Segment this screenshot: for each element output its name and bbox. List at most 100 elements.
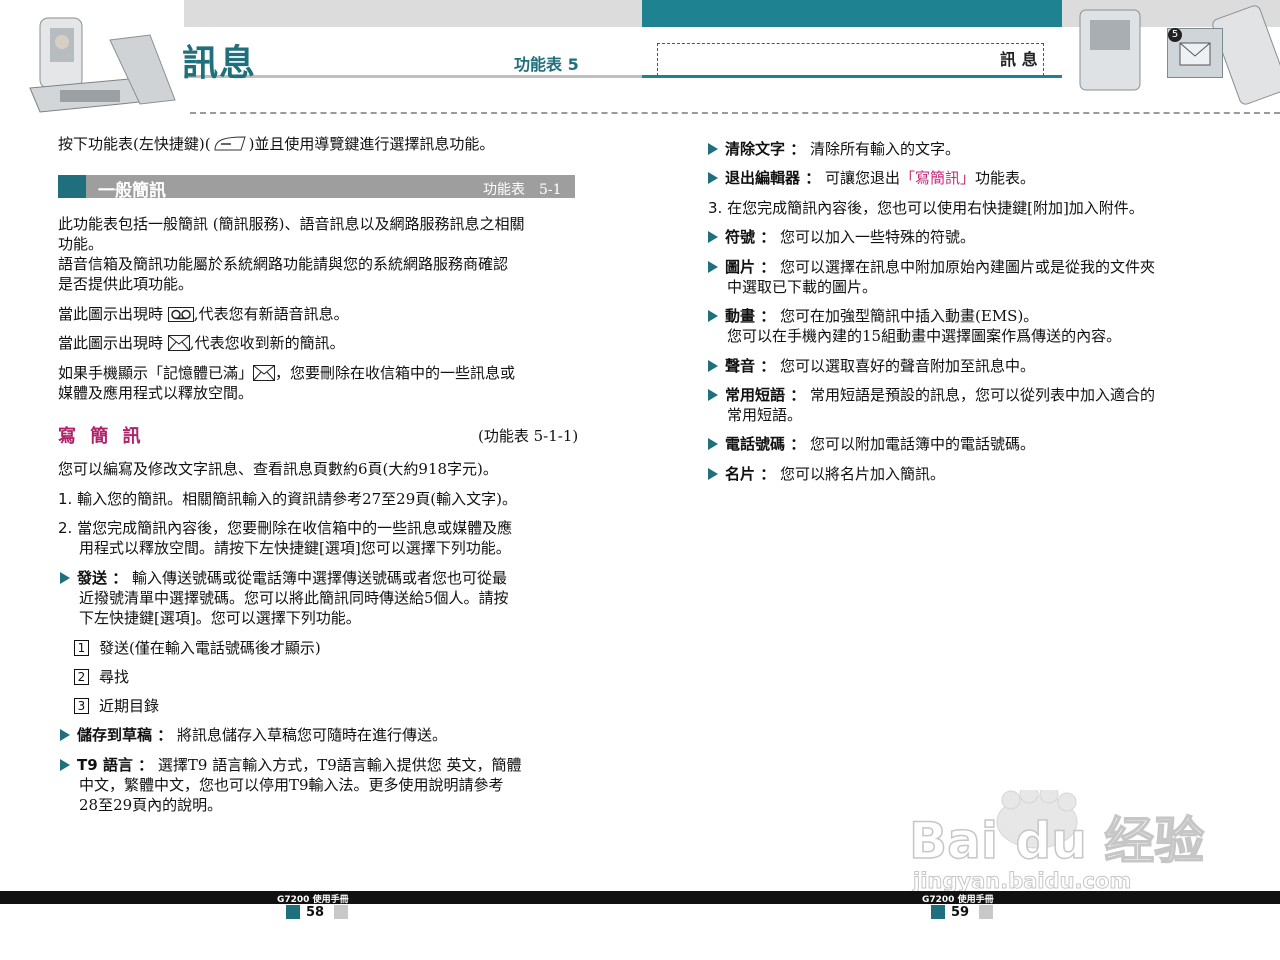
write-sms-title: 寫 簡 訊 [58,426,145,447]
bullet-triangle-icon [708,261,718,273]
option-exit: 退出編輯器 ： 可讓您退出「寫簡訊」功能表。 [708,168,1035,188]
option-draft: 儲存到草稿 ： 將訊息儲存入草稿您可隨時在進行傳送。 [60,725,447,745]
option-label: 退出編輯器 ： [725,169,821,187]
bullet-triangle-icon [60,759,70,771]
text-line: 是否提供此項功能。 [58,275,194,293]
option-text: 下左快捷鍵[選項]。您可以選擇下列功能。 [79,609,361,627]
write-sms-ref: (功能表 5-1-1) [478,427,579,445]
footer-manual-right: G7200 使用手冊 [922,895,994,905]
step-number: 3. [708,199,723,217]
memory-full-line: 如果手機顯示「記憶體已滿」 ，您要刪除在收信箱中的一些訊息或 媒體及應用程式以釋放… [58,363,515,403]
option-text: 您可以加入一些特殊的符號。 [780,228,976,246]
option-phone-number: 電話號碼 ： 您可以附加電話簿中的電話號碼。 [708,434,1035,454]
section-bar-ref: 功能表 5-1 [483,182,562,198]
bullet-triangle-icon [708,438,718,450]
page-title: 訊息 [182,42,257,84]
step-number: 1. [58,490,73,508]
page-number-right: 59 [951,905,970,920]
option-sound: 聲音 ： 您可以選取喜好的聲音附加至訊息中。 [708,356,1035,376]
option-text: 近撥號清單中選擇號碼。您可以將此簡訊同時傳送給5個人。請按 [79,589,509,607]
bullet-triangle-icon [60,729,70,741]
option-text: 您可以在手機內建的15組動畫中選擇圖案作爲傳送的內容。 [727,327,1122,345]
bullet-triangle-icon [708,231,718,243]
option-text: 您可以選擇在訊息中附加原始內建圖片或是從我的文件夾 [780,258,1156,276]
sub-item-text: 發送(僅在輸入電話號碼後才顯示) [99,639,321,657]
menu-link-text: 「寫簡訊」 [900,169,976,187]
sub-item: 1 發送(僅在輸入電話號碼後才顯示) [74,638,321,658]
option-label: 電話號碼 ： [725,435,806,453]
sub-item: 2 尋找 [74,667,129,687]
option-label: 符號 ： [725,228,776,246]
option-text: 功能表。 [975,169,1036,187]
sub-item-number: 3 [74,698,89,714]
option-text: 清除所有輸入的文字。 [810,140,961,158]
option-send: 發送 ： 輸入傳送號碼或從電話簿中選擇傳送號碼或者您也可從最 近撥號清單中選擇號… [60,568,509,628]
baidu-watermark: Bai du 经验 jingyan.baidu.com [908,790,1205,894]
bullet-triangle-icon [708,172,718,184]
para-intro: 此功能表包括一般簡訊 (簡訊服務)、語音訊息以及網路服務訊息之相關 功能。 語音… [58,214,524,294]
text-part: ，您要刪除在收信箱中的一些訊息或 [275,364,516,382]
bullet-triangle-icon [708,389,718,401]
option-text: 中選取已下載的圖片。 [727,278,878,296]
option-text: 您可在加強型簡訊中插入動畫(EMS)。 [780,307,1039,325]
bullet-triangle-icon [60,572,70,584]
text-line: 語音信箱及簡訊功能屬於系統網路功能請與您的系統網路服務商確認 [58,255,509,273]
text-part: 當此圖示出現時 [58,305,164,323]
bullet-triangle-icon [708,360,718,372]
option-animation: 動畫 ： 您可在加強型簡訊中插入動畫(EMS)。 您可以在手機內建的15組動畫中… [708,306,1121,346]
text-line: 功能。 [58,235,104,253]
step-2: 2. 當您完成簡訊內容後，您要刪除在收信箱中的一些訊息或媒體及應 用程式以釋放空… [58,518,512,558]
section-bar-title: 一般簡訊 [98,181,166,201]
page-marker-gray [979,905,993,919]
option-t9: T9 語言 ： 選擇T9 語言輸入方式，T9語言輸入提供您 英文，簡體 中文，繁… [60,755,522,815]
badge-number: 5 [1168,28,1182,42]
header-dashed-divider [190,112,1280,114]
page-subtitle: 功能表 5 [514,55,579,74]
option-text: 28至29頁內的說明。 [79,796,223,814]
option-text: 常用短語是預設的訊息，您可以從列表中加入適合的 [810,386,1156,404]
option-symbol: 符號 ： 您可以加入一些特殊的符號。 [708,227,975,247]
step-1: 1. 輸入您的簡訊。相關簡訊輸入的資訊請參考27至29頁(輸入文字)。 [58,489,517,509]
sub-item: 3 近期目錄 [74,696,159,716]
sms-line: 當此圖示出現時 ,代表您收到新的簡訊。 [58,333,345,353]
option-label: 動畫 ： [725,307,776,325]
step-text: 輸入您的簡訊。相關簡訊輸入的資訊請參考27至29頁(輸入文字)。 [77,490,517,508]
text-part: ,代表您有新語音訊息。 [193,305,349,323]
intro-text: 按下功能表(左快捷鍵)( [58,135,211,153]
text-line: 媒體及應用程式以釋放空間。 [58,384,254,402]
option-label: 名片 ： [725,465,776,483]
text-part: ,代表您收到新的簡訊。 [189,334,345,352]
option-text: 輸入傳送號碼或從電話簿中選擇傳送號碼或者您也可從最 [132,569,508,587]
header-dashed-box [657,43,1044,76]
step-text: 當您完成簡訊內容後，您要刪除在收信箱中的一些訊息或媒體及應 [77,519,513,537]
step-text: 用程式以釋放空間。請按下左快捷鍵[選項]您可以選擇下列功能。 [79,539,511,557]
section-bar-accent [58,175,86,198]
page-number-left: 58 [306,905,325,920]
step-text: 在您完成簡訊內容後，您也可以使用右快捷鍵[附加]加入附件。 [727,199,1144,217]
option-label: T9 語言 ： [77,756,154,774]
envelope-icon [167,335,190,351]
option-text: 將訊息儲存入草稿您可隨時在進行傳送。 [177,726,448,744]
option-text: 您可以選取喜好的聲音附加至訊息中。 [780,357,1036,375]
option-label: 清除文字 ： [725,140,806,158]
write-desc: 您可以編寫及修改文字訊息、查看訊息頁數約6頁(大約918字元)。 [58,460,498,478]
voicemail-line: 當此圖示出現時 ,代表您有新語音訊息。 [58,304,349,324]
option-label: 常用短語 ： [725,386,806,404]
envelope-icon [253,365,276,381]
bullet-triangle-icon [708,468,718,480]
page-marker-gray [334,905,348,919]
option-text: 可讓您退出 [825,169,901,187]
option-clear: 清除文字 ： 清除所有輸入的文字。 [708,139,960,159]
option-label: 儲存到草稿 ： [77,726,173,744]
page-marker-teal [931,905,945,919]
bullet-triangle-icon [708,310,718,322]
watermark-url: jingyan.baidu.com [912,869,1131,893]
voicemail-icon [167,307,194,322]
sub-item-number: 1 [74,640,89,656]
option-namecard: 名片 ： 您可以將名片加入簡訊。 [708,464,945,484]
option-label: 圖片 ： [725,258,776,276]
option-text: 中文，繁體中文，您也可以停用T9輸入法。更多使用說明請參考 [79,776,504,794]
watermark-logo-text: Bai du 经验 [909,812,1204,870]
option-text: 您可以將名片加入簡訊。 [780,465,946,483]
intro-tail: )並且使用導覽鍵進行選擇訊息功能。 [248,135,495,153]
